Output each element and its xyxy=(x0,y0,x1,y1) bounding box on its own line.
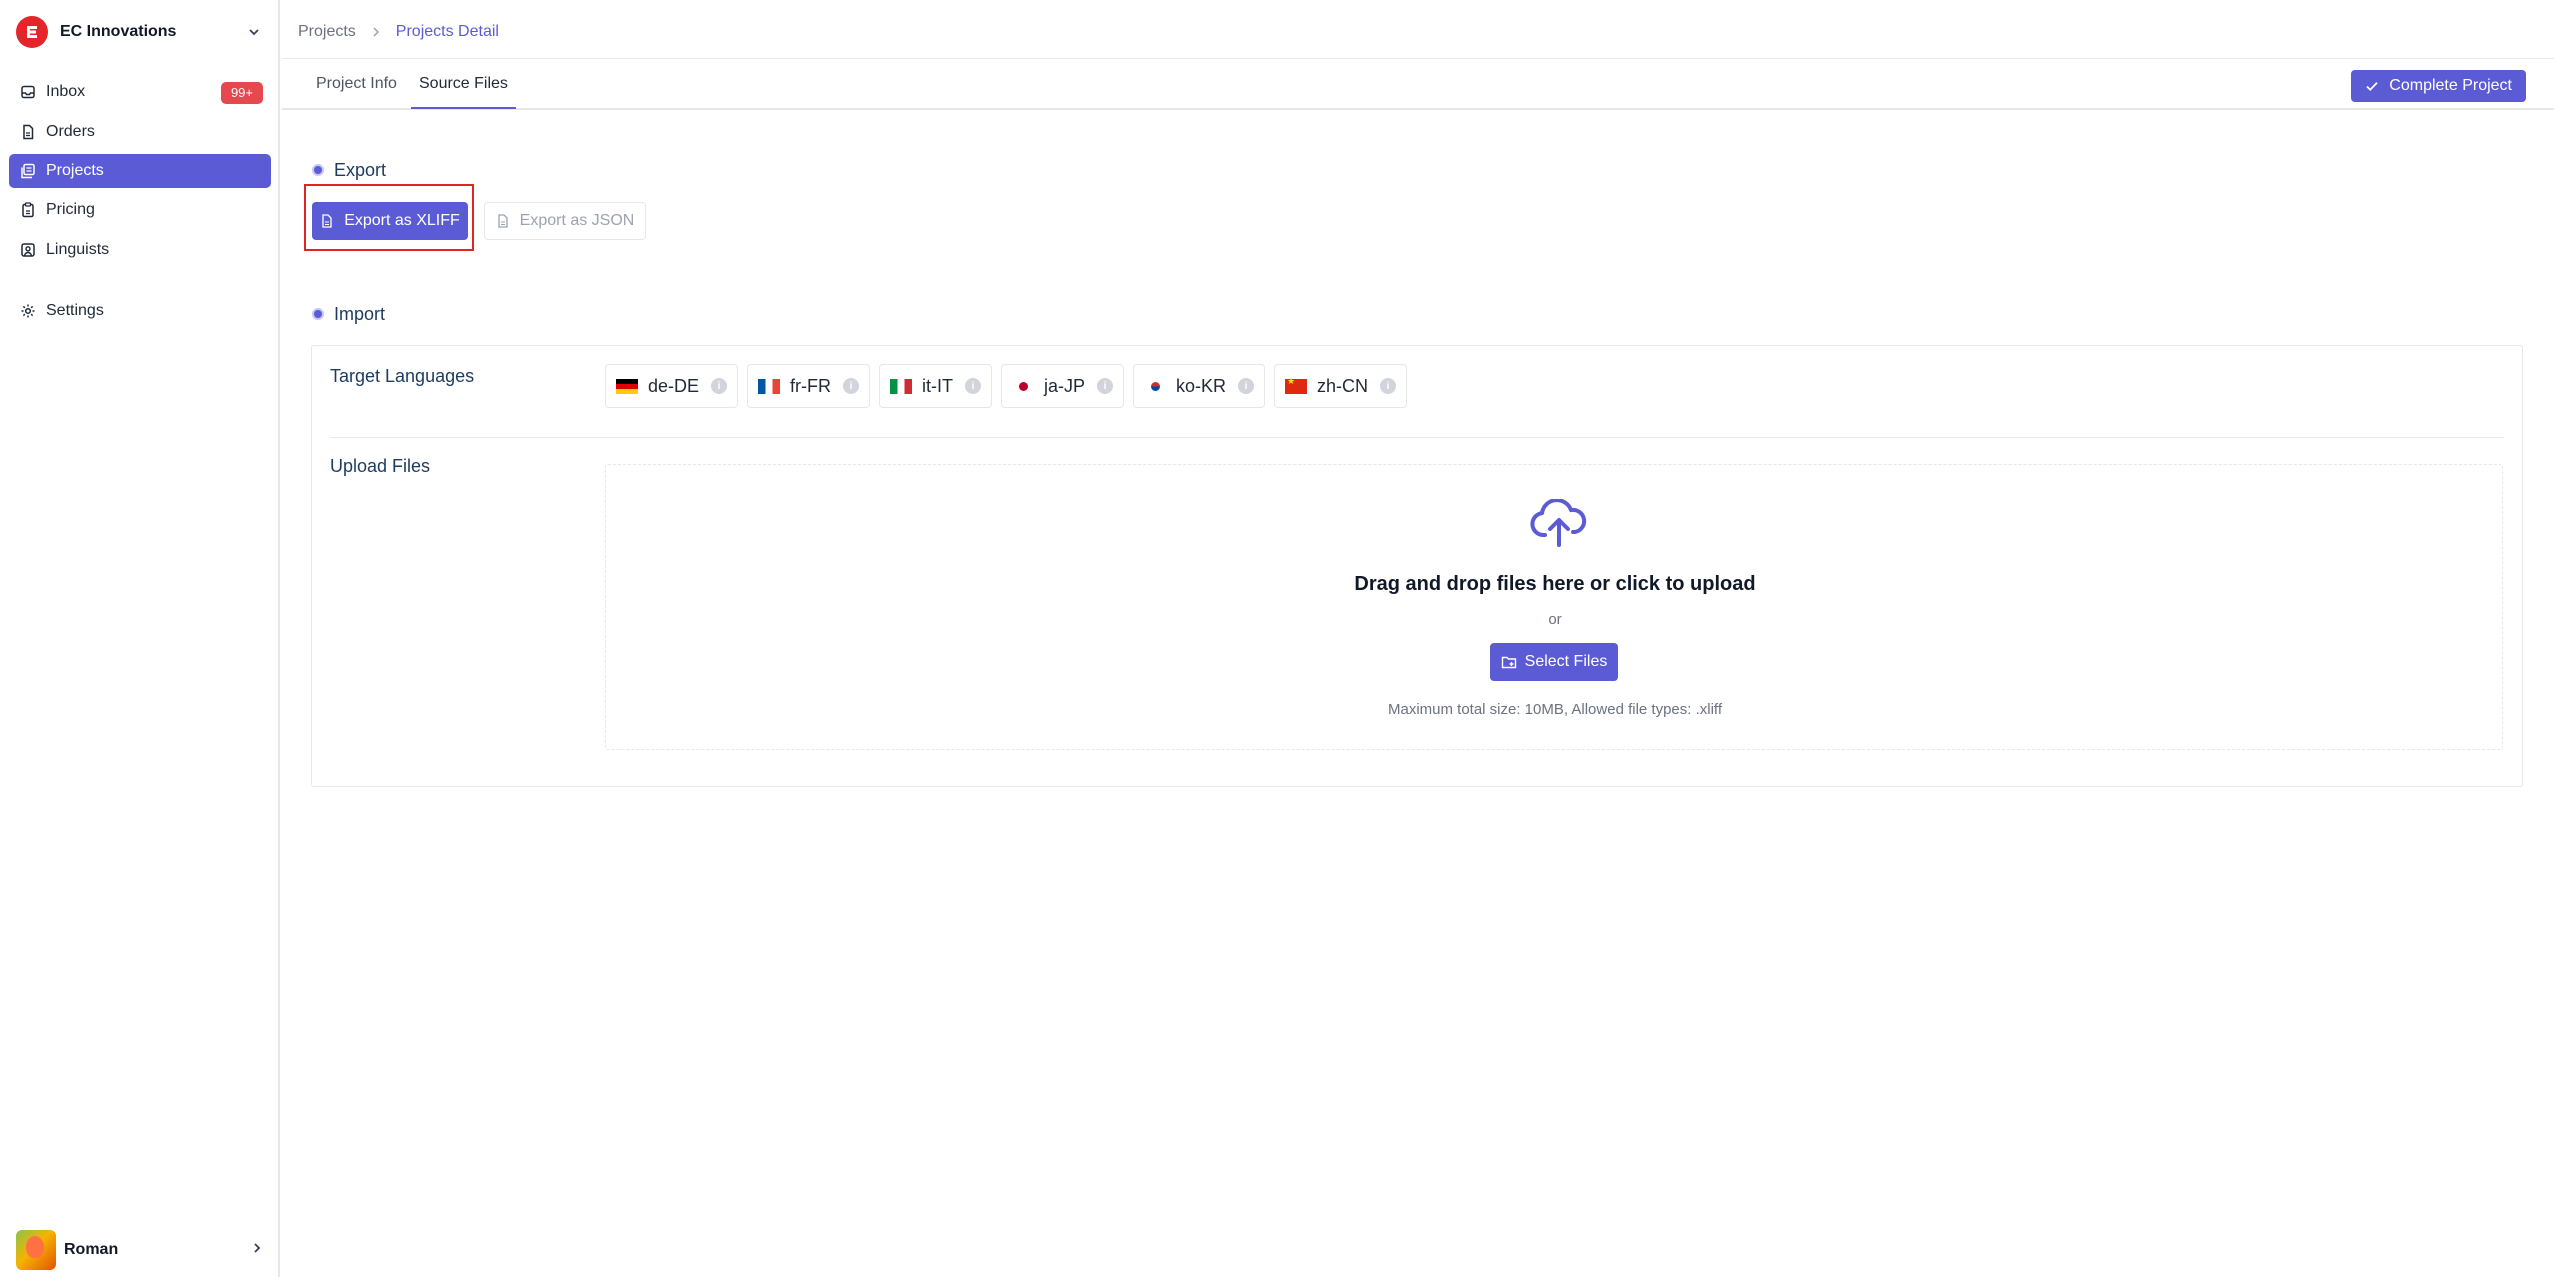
sidebar-item-orders[interactable]: Orders xyxy=(9,115,271,149)
upload-files-label: Upload Files xyxy=(330,456,431,476)
export-json-label: Export as JSON xyxy=(519,212,635,229)
folder-add-icon xyxy=(1501,654,1517,670)
language-code: it-IT xyxy=(922,375,954,396)
tab-bar: Project Info Source Files xyxy=(282,58,2554,110)
inbox-count-badge: 99+ xyxy=(220,82,263,104)
complete-project-label: Complete Project xyxy=(2389,77,2512,94)
language-code: fr-FR xyxy=(790,375,832,396)
divider xyxy=(330,437,2504,438)
export-title: Export xyxy=(334,159,387,180)
japan-flag-icon xyxy=(1012,378,1035,394)
dropzone-title: Drag and drop files here or click to upl… xyxy=(1354,573,1756,595)
language-code: de-DE xyxy=(648,375,700,396)
language-code: ko-KR xyxy=(1176,375,1227,396)
tab-project-info[interactable]: Project Info xyxy=(308,59,405,109)
inbox-icon xyxy=(19,83,37,101)
dropzone-hint: Maximum total size: 10MB, Allowed file t… xyxy=(1387,701,1722,718)
sidebar-item-label: Inbox xyxy=(46,83,86,100)
germany-flag-icon xyxy=(616,378,638,394)
sidebar-item-label: Orders xyxy=(46,123,95,140)
select-files-button[interactable]: Select Files xyxy=(1490,643,1618,681)
clipboard-icon xyxy=(19,201,37,219)
export-xliff-label: Export as XLIFF xyxy=(344,212,460,229)
language-chip-ko-KR[interactable]: ko-KR i xyxy=(1133,364,1266,408)
sidebar-item-label: Projects xyxy=(46,162,104,179)
org-switcher[interactable]: EC Innovations xyxy=(16,14,264,50)
brand-logo-icon xyxy=(16,16,48,48)
user-square-icon xyxy=(19,241,37,259)
export-section-title: Export xyxy=(312,158,386,182)
user-name: Roman xyxy=(64,1241,119,1258)
avatar xyxy=(16,1230,56,1270)
breadcrumb-projects-link[interactable]: Projects xyxy=(298,23,356,41)
language-chip-de-DE[interactable]: de-DE i xyxy=(605,364,739,408)
language-chip-list: de-DE i fr-FR i it-IT i ja-JP i ko-KR i … xyxy=(605,364,1416,408)
projects-icon xyxy=(19,162,37,180)
language-code: ja-JP xyxy=(1044,375,1086,396)
org-name: EC Innovations xyxy=(60,23,177,40)
file-icon xyxy=(320,214,334,228)
section-dot-icon xyxy=(312,308,324,320)
sidebar-item-inbox[interactable]: Inbox 99+ xyxy=(9,75,271,109)
target-languages-label: Target Languages xyxy=(330,366,475,386)
sidebar-item-linguists[interactable]: Linguists xyxy=(9,233,271,267)
import-title: Import xyxy=(334,303,386,324)
chevron-right-icon xyxy=(250,1241,264,1260)
file-icon xyxy=(496,214,510,228)
import-panel: Target Languages de-DE i fr-FR i it-IT i… xyxy=(311,345,2523,787)
complete-project-button[interactable]: Complete Project xyxy=(2351,70,2526,102)
user-menu[interactable]: Roman xyxy=(16,1230,264,1270)
file-icon xyxy=(19,123,37,141)
language-code: zh-CN xyxy=(1317,375,1369,396)
dropzone-or: or xyxy=(1548,611,1562,628)
check-icon xyxy=(2365,79,2379,93)
sidebar-item-label: Pricing xyxy=(46,201,95,218)
info-icon[interactable]: i xyxy=(843,378,860,394)
info-icon[interactable]: i xyxy=(1097,378,1114,394)
korea-flag-icon xyxy=(1144,378,1167,394)
language-chip-fr-FR[interactable]: fr-FR i xyxy=(747,364,871,408)
info-icon[interactable]: i xyxy=(711,378,728,394)
chevron-down-icon xyxy=(244,22,264,42)
import-section-title: Import xyxy=(312,302,385,326)
chevron-right-icon xyxy=(370,26,382,38)
language-chip-zh-CN[interactable]: zh-CN i xyxy=(1274,364,1408,408)
breadcrumb: Projects Projects Detail xyxy=(298,20,499,44)
select-files-label: Select Files xyxy=(1524,653,1608,670)
china-flag-icon xyxy=(1285,376,1308,394)
sidebar-item-settings[interactable]: Settings xyxy=(9,294,271,328)
sidebar-item-label: Settings xyxy=(46,302,104,319)
language-chip-ja-JP[interactable]: ja-JP i xyxy=(1001,364,1125,408)
sidebar-item-projects[interactable]: Projects xyxy=(9,154,271,188)
info-icon[interactable]: i xyxy=(965,378,982,394)
cloud-upload-icon xyxy=(1529,498,1589,547)
sidebar-item-label: Linguists xyxy=(46,241,110,258)
main-content: Projects Projects Detail Project Info So… xyxy=(282,0,2554,1277)
info-icon[interactable]: i xyxy=(1380,378,1397,394)
gear-icon xyxy=(19,302,37,320)
italy-flag-icon xyxy=(890,378,913,394)
sidebar-item-pricing[interactable]: Pricing xyxy=(9,193,271,227)
file-dropzone[interactable]: Drag and drop files here or click to upl… xyxy=(605,464,2503,750)
export-json-button[interactable]: Export as JSON xyxy=(484,202,646,240)
sidebar: EC Innovations Inbox 99+ Orders Projects… xyxy=(0,0,280,1277)
france-flag-icon xyxy=(758,378,781,394)
tab-source-files[interactable]: Source Files xyxy=(411,59,516,109)
language-chip-it-IT[interactable]: it-IT i xyxy=(879,364,993,408)
breadcrumb-current: Projects Detail xyxy=(395,23,499,40)
export-xliff-button[interactable]: Export as XLIFF xyxy=(312,202,468,240)
info-icon[interactable]: i xyxy=(1238,378,1255,394)
section-dot-icon xyxy=(312,164,324,176)
